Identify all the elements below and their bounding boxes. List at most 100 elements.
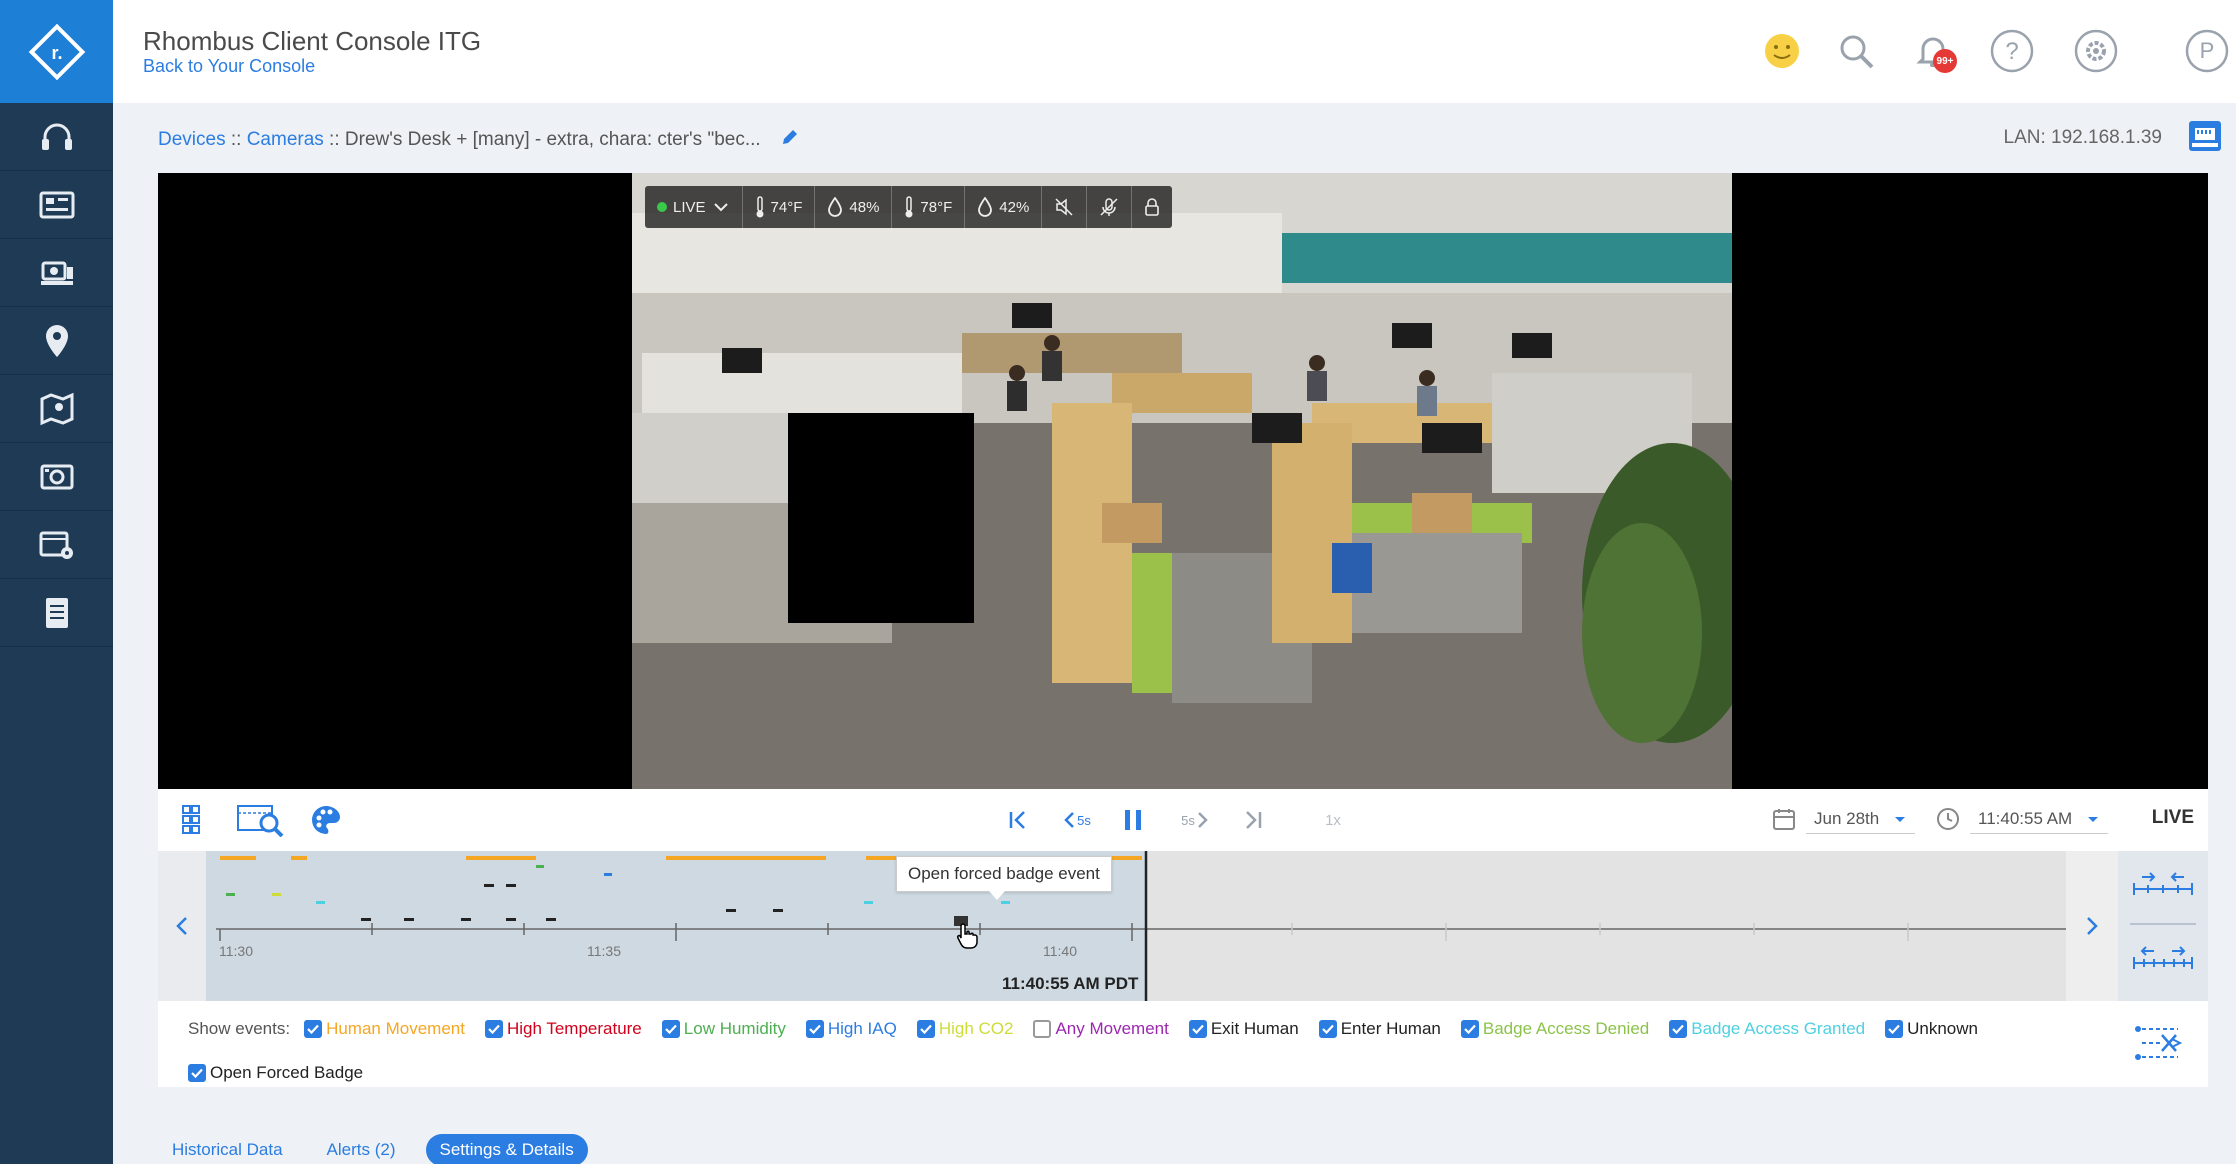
speaker-muted-icon (1055, 198, 1073, 216)
video-search-icon (237, 805, 284, 837)
tab-alerts-2-[interactable]: Alerts (2) (313, 1134, 410, 1164)
rewind-5s-button[interactable]: 5s (1056, 803, 1096, 837)
water-drop-icon (978, 197, 993, 217)
search-button[interactable] (1832, 27, 1880, 75)
event-checkbox[interactable] (1318, 1020, 1337, 1038)
headset-icon (41, 123, 72, 150)
help-button[interactable]: ? (1988, 27, 2036, 75)
show-events-label: Show events: (188, 1019, 291, 1038)
thermometer-icon (756, 196, 764, 218)
event-filter-any-movement[interactable]: Any Movement (1033, 1019, 1169, 1039)
sidebar-item-devices[interactable] (0, 239, 113, 307)
sidebar: r. (0, 0, 113, 1164)
timeline-prev-button[interactable] (158, 851, 206, 1001)
microphone-muted-button[interactable] (1087, 186, 1133, 228)
search-icon (1840, 35, 1874, 69)
devices-icon (40, 261, 73, 285)
timeline-track[interactable]: 11:30 11:35 11:40 Open forced badge even… (206, 851, 2066, 1001)
chevron-left-icon (176, 917, 187, 935)
event-label: Enter Human (1340, 1019, 1441, 1038)
skip-to-start-button[interactable] (1003, 803, 1033, 837)
clock-icon (1937, 808, 1959, 830)
date-value: Jun 28th (1814, 808, 1880, 828)
tab-historical-data[interactable]: Historical Data (158, 1134, 297, 1164)
event-checkbox[interactable] (304, 1020, 323, 1038)
event-filter-exit-human[interactable]: Exit Human (1188, 1019, 1299, 1039)
svg-text:r.: r. (51, 43, 62, 63)
sidebar-item-documents[interactable] (0, 579, 113, 647)
event-checkbox[interactable] (1460, 1020, 1479, 1038)
event-filter-enter-human[interactable]: Enter Human (1318, 1019, 1441, 1039)
event-filter-high-temperature[interactable]: High Temperature (484, 1019, 642, 1039)
go-live-button[interactable]: LIVE (2152, 807, 2194, 829)
event-filter-high-co2[interactable]: High CO2 (916, 1019, 1013, 1039)
pause-icon (1125, 810, 1141, 830)
breadcrumb-devices[interactable]: Devices (158, 129, 226, 150)
sidebar-item-locations[interactable] (0, 307, 113, 375)
floorplan-map-icon (40, 392, 73, 425)
help-icon: ? (1990, 29, 2034, 73)
event-checkbox[interactable] (661, 1020, 680, 1038)
app-title: Rhombus Client Console ITG (143, 26, 482, 56)
network-port-icon[interactable] (2188, 120, 2222, 152)
smiley-feedback-button[interactable] (1758, 27, 1806, 75)
event-checkbox[interactable] (805, 1020, 824, 1038)
settings-button[interactable] (2072, 27, 2120, 75)
forward-5s-button[interactable]: 5s (1176, 803, 1216, 837)
live-indicator-dot (657, 202, 667, 212)
sidebar-item-camera-wall[interactable] (0, 443, 113, 511)
date-picker[interactable]: Jun 28th (1772, 801, 1916, 837)
rhombus-logo[interactable]: r. (0, 0, 113, 103)
sidebar-item-support[interactable] (0, 103, 113, 171)
event-filter-badge-access-granted[interactable]: Badge Access Granted (1669, 1019, 1865, 1039)
chevron-right-icon (1197, 812, 1208, 828)
search-video-button[interactable] (236, 803, 286, 837)
event-checkbox[interactable] (1885, 1020, 1904, 1038)
chevron-right-icon (2087, 917, 2098, 935)
sidebar-item-maps[interactable] (0, 375, 113, 443)
color-palette-button[interactable] (308, 803, 344, 837)
event-label: High IAQ (827, 1019, 897, 1038)
event-label: Any Movement (1055, 1019, 1169, 1038)
back-to-console-link[interactable]: Back to Your Console (143, 56, 315, 77)
grid-view-button[interactable] (178, 803, 212, 837)
edit-pencil-icon[interactable] (780, 127, 800, 147)
live-status-dropdown[interactable]: LIVE (645, 186, 743, 228)
event-filter-human-movement[interactable]: Human Movement (304, 1019, 465, 1039)
event-checkbox[interactable] (916, 1020, 935, 1038)
event-filter-open-forced-badge[interactable]: Open Forced Badge (188, 1063, 363, 1083)
event-checkbox[interactable] (484, 1020, 503, 1038)
water-drop-icon (828, 197, 843, 217)
audio-muted-button[interactable] (1042, 186, 1088, 228)
camera-feed-image (632, 173, 1732, 789)
event-filter-high-iaq[interactable]: High IAQ (805, 1019, 897, 1039)
event-graph-config-icon[interactable] (2132, 1023, 2184, 1063)
timeline-tick-label: 11:35 (587, 943, 621, 959)
time-picker[interactable]: 11:40:55 AM (1936, 801, 2109, 837)
sidebar-item-video-settings[interactable] (0, 511, 113, 579)
event-filter-low-humidity[interactable]: Low Humidity (661, 1019, 786, 1039)
zoom-in-icon[interactable] (2128, 865, 2198, 905)
event-checkbox[interactable] (1188, 1020, 1207, 1038)
video-player[interactable]: LIVE 74°F 48% 78°F 42% (158, 173, 2208, 789)
header: Rhombus Client Console ITG Back to Your … (113, 0, 2236, 103)
video-settings-icon (39, 531, 73, 559)
sidebar-item-dashboard[interactable] (0, 171, 113, 239)
playback-speed-button[interactable]: 1x (1318, 803, 1348, 837)
lock-button[interactable] (1132, 186, 1172, 228)
notifications-button[interactable]: 99+ (1909, 27, 1957, 75)
event-checkbox[interactable] (1033, 1020, 1052, 1038)
pause-button[interactable] (1118, 803, 1148, 837)
event-filter-unknown[interactable]: Unknown (1885, 1019, 1978, 1039)
timeline-next-button[interactable] (2068, 851, 2116, 1001)
breadcrumb-cameras[interactable]: Cameras (247, 129, 324, 150)
user-avatar-button[interactable]: P (2183, 27, 2231, 75)
event-filter-badge-access-denied[interactable]: Badge Access Denied (1460, 1019, 1650, 1039)
rewind-5s-label: 5s (1077, 812, 1091, 828)
skip-to-end-button[interactable] (1238, 803, 1268, 837)
event-checkbox[interactable] (1669, 1020, 1688, 1038)
zoom-out-icon[interactable] (2128, 939, 2198, 979)
event-checkbox[interactable] (188, 1064, 206, 1082)
event-label: Badge Access Denied (1482, 1019, 1650, 1038)
tab-settings-details[interactable]: Settings & Details (425, 1134, 588, 1164)
